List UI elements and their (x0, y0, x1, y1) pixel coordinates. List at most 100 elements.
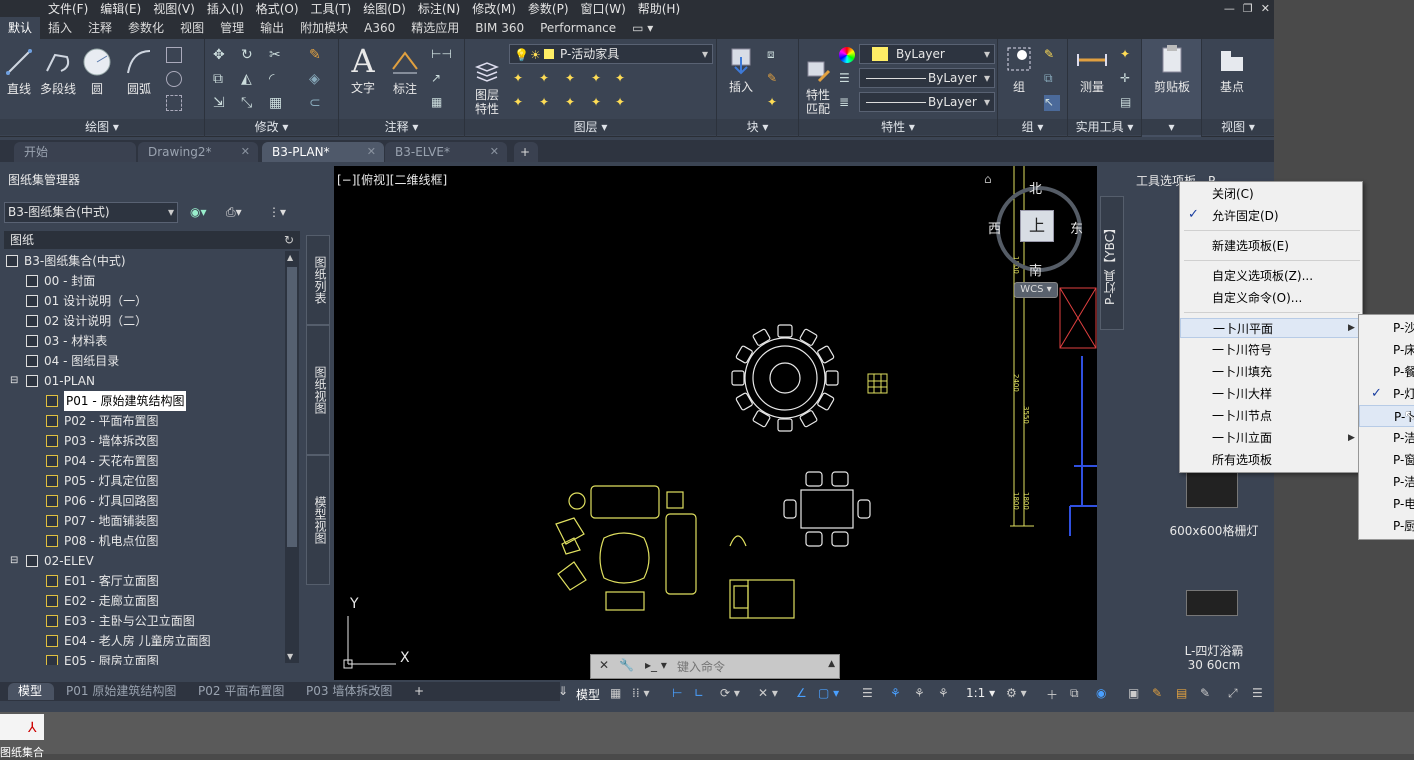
tree-item[interactable]: 02 设计说明（二） (44, 311, 147, 331)
menu-new-palette[interactable]: 新建选项板(E) (1180, 236, 1362, 256)
annotation-visibility-icon[interactable]: ⚘ (890, 686, 901, 700)
scale-icon[interactable]: ⤡ (241, 95, 257, 111)
menu-draw[interactable]: 绘图(D) (357, 0, 412, 17)
layout-overflow-icon[interactable]: ⇓ (548, 683, 568, 700)
erase-icon[interactable]: ✎ (309, 47, 325, 63)
create-block-icon[interactable]: ⧈ (767, 47, 783, 63)
block-attr-icon[interactable]: ✦ (767, 95, 783, 111)
menu-format[interactable]: 格式(O) (250, 0, 305, 17)
osnap-icon[interactable]: ✕ ▾ (758, 686, 778, 700)
layer-tool-8-icon[interactable]: ✦ (565, 95, 581, 111)
ribbon-tab-insert[interactable]: 插入 (40, 17, 80, 39)
layout-tab-p01[interactable]: P01 原始建筑结构图 (56, 683, 184, 700)
hatch-icon[interactable] (166, 71, 182, 87)
utilities-group-label[interactable]: 实用工具 ▾ (1068, 119, 1141, 135)
menu-help[interactable]: 帮助(H) (632, 0, 686, 17)
isolate-icon[interactable]: ⧉ (1070, 686, 1079, 701)
side-tab-sheet-list[interactable]: 图纸列表 (306, 235, 330, 325)
tree-item[interactable]: P04 - 天花布置图 (64, 451, 158, 471)
ribbon-tab-view[interactable]: 视图 (172, 17, 212, 39)
annotation-scale-icon[interactable]: ⚘ (938, 686, 949, 700)
close-icon[interactable]: ✕ (241, 142, 250, 162)
color-wheel-icon[interactable] (839, 47, 855, 63)
tree-item[interactable]: P07 - 地面铺装图 (64, 511, 158, 531)
menu-close[interactable]: 关闭(C) (1180, 184, 1362, 204)
menu-edit[interactable]: 编辑(E) (94, 0, 147, 17)
leader-icon[interactable]: ↗ (431, 71, 447, 87)
minimize-icon[interactable]: — (1224, 2, 1235, 15)
color-dropdown[interactable]: ByLayer ▾ (859, 44, 995, 64)
layout-tab-p02[interactable]: P02 平面布置图 (188, 683, 292, 700)
tree-item[interactable]: P05 - 灯具定位图 (64, 471, 158, 491)
clean-screen-icon[interactable]: ▣ (1128, 686, 1139, 700)
quick-select-icon[interactable]: ✦ (1120, 47, 1136, 63)
linetype-icon[interactable]: ☰ (839, 71, 855, 87)
collapse-icon[interactable]: ⊟ (10, 551, 18, 571)
menu-group-hatch[interactable]: 一卜川填充 (1180, 362, 1362, 382)
properties-group-label[interactable]: 特性 ▾ (799, 119, 997, 135)
menu-dimension[interactable]: 标注(N) (412, 0, 466, 17)
draw-group-label[interactable]: 绘图 ▾ (0, 119, 204, 135)
base-view-button[interactable]: 基点 (1210, 45, 1254, 95)
menu-parameters[interactable]: 参数(P) (522, 0, 575, 17)
submenu-item[interactable]: P-洁 (1359, 427, 1414, 449)
copy-icon[interactable]: ⧉ (213, 71, 229, 87)
layer-properties-button[interactable]: 图层 特性 (469, 45, 505, 130)
array-icon[interactable]: ▦ (269, 95, 285, 111)
submenu-item[interactable]: P-电 (1359, 493, 1414, 515)
rotate-icon[interactable]: ↻ (241, 47, 257, 63)
ribbon-tab-output[interactable]: 输出 (252, 17, 292, 39)
polar-icon[interactable]: ∟ (694, 686, 704, 700)
tree-item[interactable]: E04 - 老人房 儿童房立面图 (64, 631, 211, 651)
paste-button[interactable]: 剪贴板 (1148, 43, 1196, 95)
side-tab-sheet-views[interactable]: 图纸视图 (306, 325, 330, 455)
layer-tool-2-icon[interactable]: ✦ (539, 71, 555, 87)
viewcube-top-face[interactable]: 上 (1020, 210, 1054, 242)
ribbon-tab-parametric[interactable]: 参数化 (120, 17, 172, 39)
tree-item[interactable]: P03 - 墙体拆改图 (64, 431, 158, 451)
point-icon[interactable]: ✛ (1120, 71, 1136, 87)
groups-group-label[interactable]: 组 ▾ (998, 119, 1067, 135)
ribbon-tab-annotate[interactable]: 注释 (80, 17, 120, 39)
plot-icon[interactable]: ⎙▾ (226, 205, 242, 220)
auto-scale-icon[interactable]: ⚘ (914, 686, 925, 700)
submenu-item[interactable]: P-窗 (1359, 449, 1414, 471)
ortho-icon[interactable]: ⊢ (672, 686, 682, 700)
settings-icon-2[interactable]: ▤ (1176, 686, 1187, 700)
tree-item[interactable]: E01 - 客厅立面图 (64, 571, 159, 591)
lineweight-display-icon[interactable]: ☰ (862, 686, 873, 700)
ribbon-tab-default[interactable]: 默认 (0, 17, 41, 39)
arc-button[interactable]: 圆弧 (120, 47, 158, 97)
linear-dim-icon[interactable]: ⊢⊣ (431, 47, 452, 63)
scroll-down-icon[interactable]: ▼ (287, 652, 293, 661)
scale-dropdown[interactable]: 1:1 ▾ (966, 686, 995, 700)
layer-tool-5-icon[interactable]: ✦ (615, 71, 631, 87)
close-icon[interactable]: ✕ (490, 142, 499, 162)
ribbon-tab-featured[interactable]: 精选应用 (403, 17, 467, 39)
close-icon[interactable]: ✕ (1261, 2, 1270, 15)
clipboard-group-label[interactable]: ▾ (1142, 119, 1201, 135)
annotation-group-label[interactable]: 注释 ▾ (339, 119, 464, 135)
viewcube-north[interactable]: 北 (1029, 178, 1042, 197)
tree-item[interactable]: E02 - 走廊立面图 (64, 591, 159, 611)
ribbon-tab-addins[interactable]: 附加模块 (292, 17, 356, 39)
offset-icon[interactable]: ⊂ (309, 95, 325, 111)
viewcube[interactable]: 上 北 南 西 东 ⌂ WCS ▾ (984, 172, 1094, 298)
command-input[interactable] (677, 657, 823, 676)
submenu-item[interactable]: P-餐 (1359, 361, 1414, 383)
ribbon-tab-a360[interactable]: A360 (356, 17, 403, 39)
menu-group-symbols[interactable]: 一卜川符号 (1180, 340, 1362, 360)
fullscreen-icon[interactable]: ⤢ (1228, 686, 1238, 701)
group-select-icon[interactable]: ↖ (1044, 95, 1060, 111)
menu-window[interactable]: 窗口(W) (575, 0, 632, 17)
menu-all-palettes[interactable]: 所有选项板 (1180, 450, 1362, 470)
doc-tab-b3-elve[interactable]: B3-ELVE* ✕ (385, 142, 507, 162)
dimension-button[interactable]: 标注 (387, 47, 423, 97)
settings-icon-1[interactable]: ✎ (1152, 686, 1162, 700)
tree-scrollbar[interactable]: ▲ ▼ (285, 251, 299, 663)
isodraft-icon[interactable]: ⟳ ▾ (720, 686, 740, 700)
wcs-menu[interactable]: WCS ▾ (1014, 282, 1058, 298)
close-icon[interactable]: ✕ (599, 658, 609, 672)
tree-item[interactable]: 01-PLAN (44, 371, 95, 391)
text-button[interactable]: A 文字 (345, 43, 381, 96)
